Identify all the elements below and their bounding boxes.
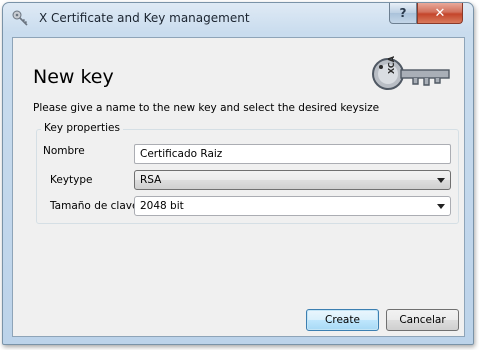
group-title: Key properties [41,122,123,134]
chevron-down-icon [437,178,445,183]
window-title: X Certificate and Key management [39,11,250,25]
cancel-button-label: Cancelar [399,314,446,326]
keysize-label: Tamaño de clave [50,200,139,212]
title-bar[interactable]: X Certificate and Key management ? ✕ [3,3,473,33]
chevron-down-icon [437,204,445,209]
key-image-logo-text: XCA [387,55,396,74]
close-button[interactable]: ✕ [417,3,463,24]
instruction-text: Please give a name to the new key and se… [33,102,380,114]
page-title: New key [33,66,114,88]
help-icon: ? [399,6,407,20]
cancel-button[interactable]: Cancelar [386,309,459,331]
key-icon-large: XCA [372,55,450,90]
dialog-body: New key XCA Please give a name to the ne… [12,37,465,337]
keytype-select[interactable]: RSA [134,170,451,190]
keysize-combobox[interactable]: 2048 bit [134,196,451,216]
keytype-value: RSA [140,174,162,186]
key-icon [12,10,28,26]
create-button-label: Create [325,314,360,326]
create-button[interactable]: Create [306,309,379,331]
keysize-value: 2048 bit [140,200,184,212]
name-label: Nombre [43,145,85,157]
dialog-window: X Certificate and Key management ? ✕ New… [2,2,474,345]
keytype-label: Keytype [50,174,93,186]
close-icon: ✕ [434,5,446,21]
help-button[interactable]: ? [389,3,417,24]
name-input[interactable]: Certificado Raiz [134,144,451,164]
